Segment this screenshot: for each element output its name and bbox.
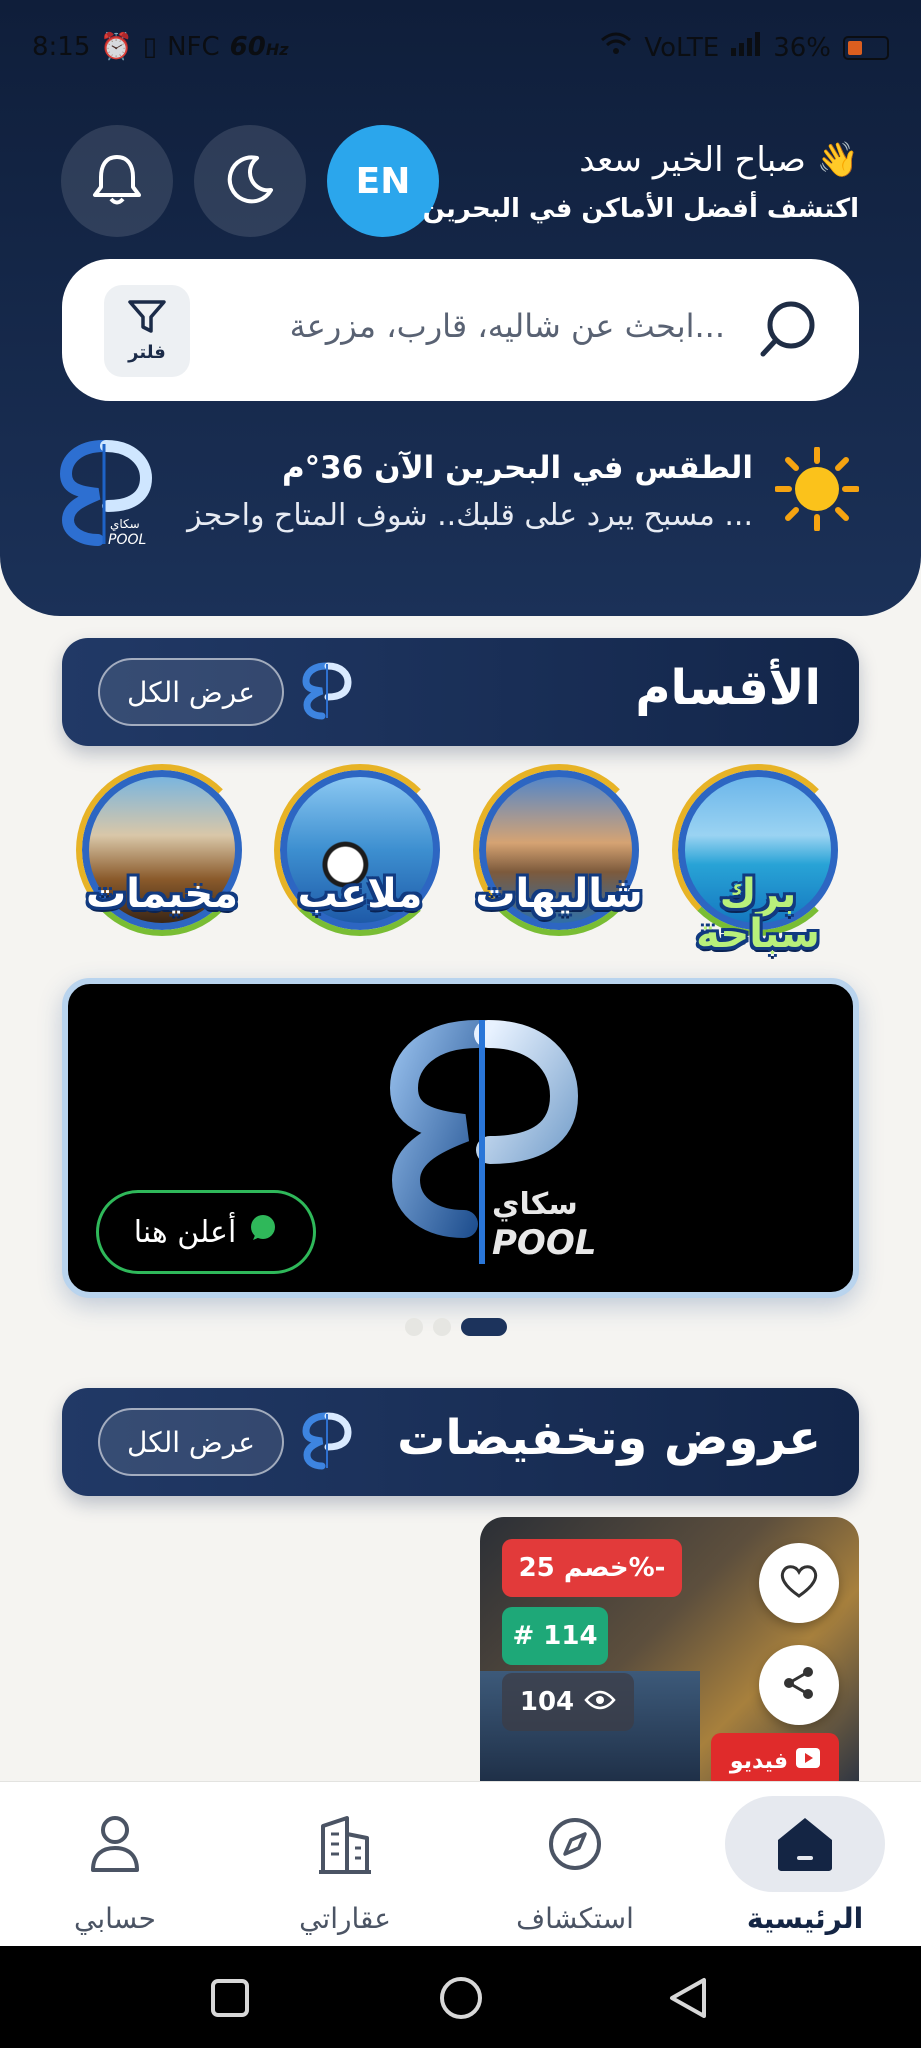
offers-section-header: عروض وتخفيضات عرض الكل [62, 1388, 859, 1496]
skypool-mark-icon [302, 1412, 352, 1474]
carousel-dot[interactable] [433, 1318, 451, 1336]
nav-home-label: الرئيسية [746, 1902, 864, 1935]
skypool-banner-logo: سكاي POOL [389, 1020, 596, 1264]
category-label: ملاعب [297, 871, 423, 917]
eye-icon [584, 1687, 616, 1717]
promo-banner[interactable]: سكاي POOL أعلن هنا [62, 978, 859, 1298]
offers-view-all-button[interactable]: عرض الكل [98, 1408, 284, 1476]
bell-icon [91, 151, 143, 211]
video-label: فيديو [729, 1748, 789, 1774]
carousel-dot-active[interactable] [461, 1318, 507, 1336]
signal-icon [731, 32, 761, 63]
back-icon[interactable] [666, 1976, 710, 2024]
skypool-logo: سكاي POOL [58, 440, 154, 552]
views-count: 104 [519, 1687, 575, 1717]
carousel-dots[interactable] [405, 1318, 507, 1336]
nav-my-properties-label: عقاراتي [299, 1902, 391, 1935]
views-badge: 104 [502, 1673, 634, 1731]
svg-text:سكاي: سكاي [110, 517, 140, 531]
home-circle-icon[interactable] [438, 1975, 484, 2025]
categories-title: الأقسام [635, 660, 821, 716]
vibrate-icon: ▯ [142, 32, 158, 62]
funnel-icon [127, 299, 167, 340]
banner-brand-en: POOL [492, 1223, 596, 1263]
status-time: 8:15 [32, 32, 91, 62]
category-label: برك سباحة [696, 871, 820, 957]
moon-icon [223, 152, 277, 210]
discount-badge: خصم 25%- [502, 1539, 682, 1597]
nav-my-properties[interactable]: عقاراتي [245, 1796, 445, 1935]
weather-subtitle: مسبح يبرد على قلبك.. شوف المتاح واحجز ..… [187, 497, 753, 533]
search-bar[interactable]: فلتر ابحث عن شاليه، قارب، مزرعة... [62, 259, 859, 401]
notifications-button[interactable] [61, 125, 173, 237]
home-icon [725, 1796, 885, 1892]
greeting-text: صباح الخير سعد 👋 [579, 140, 859, 180]
compass-icon [475, 1796, 675, 1892]
system-navigation-bar [0, 1946, 921, 2048]
advertise-label: أعلن هنا [133, 1214, 237, 1250]
refresh-rate: 60 [229, 32, 266, 62]
bottom-navigation: الرئيسية استكشاف عقاراتي حسابي [0, 1781, 921, 1946]
svg-text:POOL: POOL [108, 532, 146, 548]
greeting-block: صباح الخير سعد 👋 اكتشف أفضل الأماكن في ا… [423, 140, 859, 224]
sun-icon [774, 446, 860, 535]
whatsapp-icon [248, 1213, 278, 1251]
skypool-mark-icon [302, 662, 352, 724]
battery-percent: 36% [773, 32, 831, 63]
category-camps[interactable]: مخيمات [76, 764, 248, 954]
user-icon [15, 1796, 215, 1892]
battery-icon [843, 35, 889, 60]
nav-explore-label: استكشاف [516, 1902, 634, 1935]
nav-account-label: حسابي [74, 1902, 156, 1935]
category-label: شاليهات [475, 871, 643, 917]
recents-icon[interactable] [210, 1978, 250, 2022]
weather-title: الطقس في البحرين الآن 36°م [281, 449, 753, 486]
heart-icon [779, 1563, 819, 1603]
wifi-icon [600, 32, 632, 63]
category-chalets[interactable]: شاليهات [473, 764, 645, 954]
category-courts[interactable]: ملاعب [274, 764, 446, 954]
greeting-subtitle: اكتشف أفضل الأماكن في البحرين [422, 194, 859, 224]
building-icon [245, 1796, 445, 1892]
nav-home[interactable]: الرئيسية [705, 1796, 905, 1935]
share-button[interactable] [759, 1645, 839, 1725]
favorite-button[interactable] [759, 1543, 839, 1623]
network-label: VoLTE [644, 32, 720, 63]
nav-explore[interactable]: استكشاف [475, 1796, 675, 1935]
play-icon [796, 1748, 821, 1774]
dark-mode-button[interactable] [194, 125, 306, 237]
video-badge[interactable]: فيديو [711, 1733, 839, 1781]
alarm-icon: ⏰ [100, 32, 133, 62]
refresh-unit: Hz [265, 40, 289, 59]
share-icon [780, 1664, 818, 1706]
category-pools[interactable]: برك سباحة [672, 764, 844, 954]
carousel-dot[interactable] [405, 1318, 423, 1336]
status-bar: 8:15 ⏰ ▯ NFC 60Hz VoLTE 36% [0, 0, 921, 96]
offer-card[interactable]: خصم 25%- # 114 104 فيديو [480, 1517, 859, 1781]
offers-title: عروض وتخفيضات [397, 1410, 821, 1466]
banner-brand-ar: سكاي [492, 1187, 578, 1222]
weather-widget[interactable]: الطقس في البحرين الآن 36°م مسبح يبرد على… [187, 446, 860, 535]
nfc-label: NFC [167, 32, 220, 62]
categories-section-header: الأقسام عرض الكل [62, 638, 859, 746]
category-label: مخيمات [86, 871, 238, 917]
filter-button[interactable]: فلتر [104, 285, 190, 377]
listing-number-badge: # 114 [502, 1607, 608, 1665]
search-input[interactable]: ابحث عن شاليه، قارب، مزرعة... [290, 307, 725, 345]
search-icon [757, 299, 819, 365]
nav-account[interactable]: حسابي [15, 1796, 215, 1935]
advertise-here-button[interactable]: أعلن هنا [96, 1190, 316, 1274]
filter-label: فلتر [128, 342, 166, 363]
categories-view-all-button[interactable]: عرض الكل [98, 658, 284, 726]
